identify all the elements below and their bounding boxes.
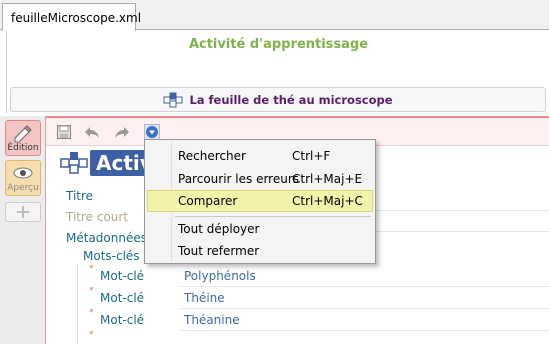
menu-separator bbox=[175, 216, 371, 217]
document-structure-icon bbox=[60, 152, 88, 174]
document-title-bar[interactable]: La feuille de thé au microscope bbox=[10, 87, 546, 112]
actions-dropdown-menu: Rechercher Ctrl+F Parcourir les erreurs … bbox=[144, 139, 376, 264]
document-header: Activité d'apprentissage La feuille de t… bbox=[6, 31, 549, 113]
mot-cle-field-line bbox=[180, 286, 549, 287]
tab-strip: feuilleMicroscope.xml bbox=[0, 0, 549, 31]
menu-item-label: Rechercher bbox=[178, 149, 246, 163]
menu-item-label: Comparer bbox=[178, 194, 238, 208]
save-icon[interactable] bbox=[56, 124, 72, 140]
menu-item-tout-refermer[interactable]: Tout refermer bbox=[147, 240, 373, 262]
field-label-mot-cle: Mot-clé bbox=[100, 313, 145, 327]
field-value-mot-cle[interactable]: Théine bbox=[184, 291, 225, 305]
field-value-mot-cle[interactable]: Théanine bbox=[184, 313, 240, 327]
preview-mode-label: Aperçu bbox=[7, 183, 39, 193]
menu-item-tout-deployer[interactable]: Tout déployer bbox=[147, 218, 373, 240]
field-label-titre: Titre bbox=[66, 189, 94, 203]
menu-item-parcourir-erreurs[interactable]: Parcourir les erreurs Ctrl+Maj+E bbox=[147, 168, 373, 190]
menu-item-shortcut: Ctrl+Maj+E bbox=[292, 172, 363, 186]
mot-cle-field-line bbox=[180, 330, 549, 331]
activity-type-label: Activité d'apprentissage bbox=[188, 37, 369, 52]
field-label-titre-court: Titre court bbox=[66, 210, 129, 224]
add-mode-button[interactable] bbox=[5, 202, 41, 222]
dropdown-menu-icon[interactable] bbox=[144, 124, 160, 140]
required-marker: * bbox=[89, 330, 94, 340]
mode-sidebar: Édition Aperçu bbox=[0, 116, 46, 344]
field-label-mot-cle: Mot-clé bbox=[100, 269, 145, 283]
field-value-mot-cle[interactable]: Polyphénols bbox=[184, 269, 256, 283]
required-marker: * bbox=[89, 286, 94, 296]
field-label-mot-cle: Mot-clé bbox=[100, 291, 145, 305]
required-marker: * bbox=[89, 264, 94, 274]
edit-mode-button[interactable]: Édition bbox=[5, 120, 41, 156]
document-structure-icon bbox=[163, 92, 183, 107]
pencil-icon bbox=[14, 125, 32, 143]
menu-item-rechercher[interactable]: Rechercher Ctrl+F bbox=[147, 145, 373, 167]
menu-item-label: Tout déployer bbox=[178, 222, 260, 236]
mot-cle-field-line bbox=[180, 308, 549, 309]
mots-cles-tree-line bbox=[77, 263, 78, 344]
preview-mode-button[interactable]: Aperçu bbox=[5, 160, 41, 196]
menu-item-shortcut: Ctrl+Maj+C bbox=[292, 194, 363, 208]
field-label-metadonnees: Métadonnées bbox=[66, 231, 147, 245]
menu-item-label: Parcourir les erreurs bbox=[178, 172, 300, 186]
tab-feuille-microscope[interactable]: feuilleMicroscope.xml bbox=[2, 3, 141, 31]
puzzle-icon bbox=[17, 206, 29, 218]
menu-item-shortcut: Ctrl+F bbox=[292, 149, 331, 163]
field-label-mots-cles: Mots-clés bbox=[83, 249, 140, 263]
edit-mode-label: Édition bbox=[7, 143, 39, 153]
tab-label: feuilleMicroscope.xml bbox=[11, 10, 142, 25]
redo-icon[interactable] bbox=[114, 124, 130, 140]
menu-item-comparer[interactable]: Comparer Ctrl+Maj+C bbox=[147, 190, 373, 212]
document-title: La feuille de thé au microscope bbox=[189, 92, 393, 107]
required-marker: * bbox=[89, 308, 94, 318]
menu-item-label: Tout refermer bbox=[178, 244, 260, 258]
eye-icon bbox=[13, 167, 33, 179]
undo-icon[interactable] bbox=[84, 124, 100, 140]
